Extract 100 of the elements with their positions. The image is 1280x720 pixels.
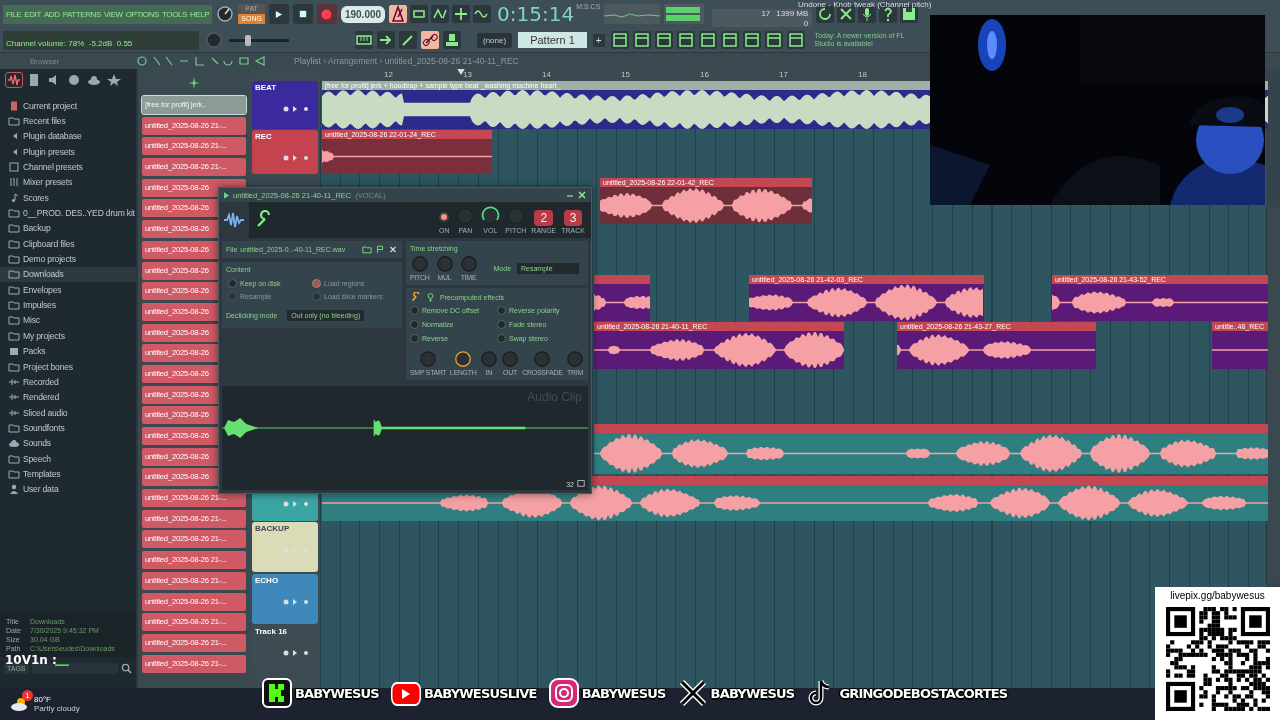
browser-item[interactable]: Sounds	[8, 435, 136, 451]
audio-clip[interactable]	[594, 275, 650, 321]
close-icon[interactable]	[578, 191, 586, 199]
menu-item[interactable]: OPTIONS	[125, 9, 159, 19]
play-button[interactable]	[268, 4, 289, 24]
browser-item[interactable]: Packs	[8, 343, 136, 359]
menu-item[interactable]: VIEW	[103, 9, 123, 19]
wave-icon[interactable]	[473, 5, 492, 23]
browser-item[interactable]: Plugin presets	[8, 144, 136, 160]
window-icon[interactable]	[610, 31, 629, 49]
window-icon[interactable]	[698, 31, 717, 49]
pattern-selector[interactable]: Pattern 1	[518, 32, 587, 48]
flag-icon[interactable]	[375, 245, 385, 254]
browser-item[interactable]: Misc	[8, 312, 136, 329]
expand-icon[interactable]	[224, 191, 229, 199]
link-icon[interactable]	[421, 31, 439, 49]
tags-field[interactable]	[31, 663, 118, 674]
knob[interactable]	[480, 206, 501, 226]
stamp-icon[interactable]	[443, 31, 461, 49]
panel-icon	[8, 162, 20, 173]
track-header[interactable]: BEAT	[252, 81, 318, 129]
audio-clip[interactable]	[594, 424, 1268, 474]
folder-icon[interactable]	[362, 245, 372, 254]
browser-item[interactable]: Speech	[8, 450, 136, 467]
slider-thumb[interactable]	[245, 34, 252, 46]
stop-button[interactable]	[292, 4, 313, 24]
knob-icon[interactable]	[216, 5, 235, 23]
browser-item[interactable]: Backup	[8, 220, 136, 237]
browser-item[interactable]: Soundfonts	[8, 420, 136, 436]
window-icon[interactable]	[676, 31, 695, 49]
window-icon[interactable]	[786, 31, 805, 49]
browser-item[interactable]: Project bones	[8, 358, 136, 375]
wrench-icon[interactable]	[410, 292, 421, 303]
knob[interactable]	[454, 350, 473, 368]
cloud-icon	[8, 438, 20, 449]
refresh-icon[interactable]	[816, 5, 835, 23]
social-handle: BABYWESUS	[581, 685, 666, 701]
led-indicator[interactable]	[438, 211, 451, 223]
browser-item[interactable]: Plugin database	[8, 128, 136, 145]
browser-item[interactable]: Templates	[8, 466, 136, 482]
waveform-icon[interactable]	[6, 73, 22, 87]
menu-item[interactable]: EDIT	[24, 9, 41, 19]
keyboard-icon[interactable]	[355, 31, 373, 49]
browser-item[interactable]: Mixer presets	[8, 174, 136, 191]
document-icon	[8, 100, 20, 111]
browser-item[interactable]: Current project	[8, 98, 136, 114]
browser-item[interactable]: Recent files	[8, 113, 136, 129]
browser-item[interactable]: Demo projects	[8, 251, 136, 267]
add-pattern-button[interactable]: +	[592, 33, 605, 47]
browser-item[interactable]: Channel presets	[8, 159, 136, 175]
play-icon	[274, 9, 284, 19]
browser-item[interactable]: Rendered	[8, 389, 136, 405]
tempo-field[interactable]: 190.000	[340, 5, 386, 23]
menu-item[interactable]: TOOLS	[162, 9, 187, 19]
browser-item[interactable]: Sliced audio	[8, 404, 136, 421]
window-icon[interactable]	[654, 31, 673, 49]
window-icon[interactable]	[742, 31, 761, 49]
record-icon	[321, 8, 333, 20]
zoom-icon[interactable]	[577, 479, 585, 487]
browser-item[interactable]: Impulses	[8, 297, 136, 313]
scrollbar[interactable]	[1266, 207, 1280, 583]
weather-icon[interactable]	[10, 696, 30, 712]
track-header[interactable]: BACKUP	[252, 522, 318, 572]
metronome-icon[interactable]	[389, 5, 408, 23]
loop-icon[interactable]	[410, 5, 429, 23]
menu-item[interactable]: FILE	[6, 9, 22, 19]
microphone-icon[interactable]	[858, 5, 877, 23]
folder-icon	[8, 223, 20, 234]
browser-item[interactable]: Downloads	[0, 266, 136, 283]
audio-clip[interactable]	[322, 476, 1268, 521]
menu-item[interactable]: PATTERNS	[62, 9, 101, 19]
track-header[interactable]: REC	[252, 130, 318, 174]
pattern-dropdown[interactable]: (none)	[477, 32, 513, 48]
cloud-icon[interactable]	[86, 73, 102, 87]
browser-item[interactable]: 0__PROD. DES..YED drum kit	[8, 205, 136, 221]
browser-item[interactable]: Envelopes	[8, 282, 136, 298]
star-icon[interactable]	[106, 73, 122, 87]
window-icon[interactable]	[632, 31, 651, 49]
pen-icon[interactable]	[399, 31, 417, 49]
counter-field[interactable]: 2	[534, 210, 554, 226]
globe-icon[interactable]	[66, 73, 82, 87]
window-icon[interactable]	[720, 31, 739, 49]
browser-item[interactable]: Scores	[8, 190, 136, 206]
folder-icon	[8, 468, 20, 479]
menu-item[interactable]: ADD	[43, 9, 60, 19]
window-icon[interactable]	[764, 31, 783, 49]
menu-item[interactable]: HELP	[190, 9, 210, 19]
search-icon[interactable]	[121, 663, 132, 674]
browser-item[interactable]: User data	[8, 481, 136, 497]
bulb-icon[interactable]	[425, 292, 436, 303]
cross-icon[interactable]	[837, 5, 856, 23]
kick-logo-icon	[262, 678, 292, 708]
song-time: 0:15:14	[497, 3, 575, 25]
browser-item[interactable]: My projects	[8, 328, 136, 344]
close-icon[interactable]	[388, 245, 398, 254]
browser-item[interactable]: Recorded	[8, 374, 136, 390]
track-header[interactable]: ECHO	[252, 574, 318, 624]
counter-field[interactable]: 3	[563, 210, 583, 226]
browser-item[interactable]: Clipboard files	[8, 236, 136, 252]
waveform-tab-icon[interactable]	[219, 202, 249, 238]
